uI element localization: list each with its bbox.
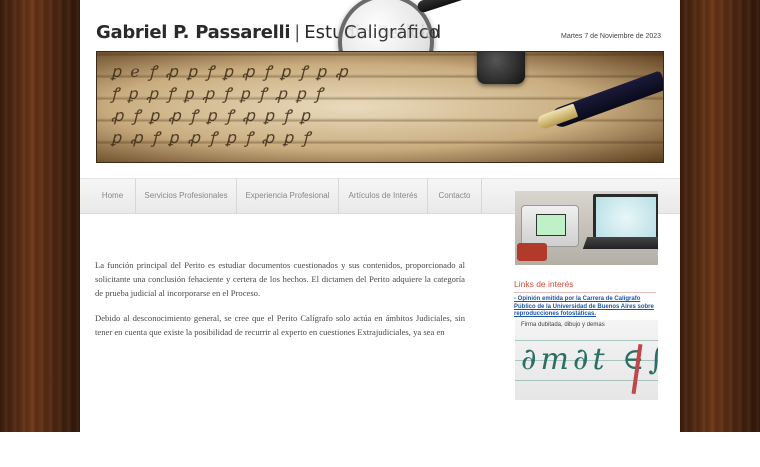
links-section-title: Links de interés <box>514 279 656 293</box>
signature-caption: Firma dubitada, dibujo y demas <box>521 322 605 328</box>
site-name: Gabriel P. Passarelli <box>96 22 291 43</box>
manuscript-decoration: ꝑ e ꝭ ꝓ ꝑ ꝭ ꝑ ꝓ ꝭ ꝑ ꝭ ꝑ ꝓ <box>111 62 350 81</box>
nav-item-servicios-profesionales[interactable]: Servicios Profesionales <box>136 179 237 213</box>
wood-background-right <box>680 0 760 432</box>
scanner-device-icon <box>521 205 579 247</box>
nav-item-home[interactable]: Home <box>90 179 136 213</box>
magnifier-handle-icon <box>416 0 487 14</box>
page-bottom-area <box>0 432 760 467</box>
manuscript-decoration: ꝑ ꝓ ꝭ ꝑ ꝓ ꝭ ꝑ ꝭ ꝓ ꝑ ꝭ <box>111 128 312 147</box>
nav-item-contacto[interactable]: Contacto <box>428 179 482 213</box>
wood-background-left <box>0 0 80 432</box>
link-opinion-uba[interactable]: - Opinión emitida por la Carrera de Calí… <box>514 296 660 319</box>
laptop-base-icon <box>582 237 658 249</box>
current-date: Martes 7 de Noviembre de 2023 <box>561 33 661 40</box>
nav-item-articulos-de-interes[interactable]: Artículos de Interés <box>339 179 428 213</box>
signature-image[interactable]: Firma dubitada, dibujo y demas ∂m∂t ∈∫ <box>515 320 658 400</box>
device-case-icon <box>517 243 547 261</box>
main-content: La función principal del Perito es estud… <box>95 258 465 350</box>
nav-item-experiencia-profesional[interactable]: Experiencia Profesional <box>237 179 339 213</box>
manuscript-decoration: ꝓ ꝭ ꝑ ꝓ ꝭ ꝑ ꝭ ꝓ ꝑ ꝭ ꝑ <box>111 106 312 125</box>
page-container: Gabriel P. Passarelli|Estudio Pericial C… <box>80 0 680 432</box>
sidebar-laptop-image[interactable] <box>515 191 658 265</box>
header-banner-image: ꝑ e ꝭ ꝓ ꝑ ꝭ ꝑ ꝓ ꝭ ꝑ ꝭ ꝑ ꝓ ꝭ ꝑ ꝓ ꝭ ꝑ ꝓ ꝭ … <box>96 51 664 163</box>
title-separator: | <box>294 22 301 43</box>
laptop-screen-icon <box>593 194 658 242</box>
ruled-line <box>515 340 658 341</box>
manuscript-decoration: ꝭ ꝑ ꝓ ꝭ ꝑ ꝓ ꝭ ꝑ ꝭ ꝓ ꝑ ꝭ <box>111 84 325 103</box>
content-paragraph: La función principal del Perito es estud… <box>95 260 465 298</box>
inkwell-icon <box>477 52 525 84</box>
device-screen <box>536 214 566 236</box>
content-paragraph: Debido al desconocimiento general, se cr… <box>95 313 465 337</box>
magnifier-label: Caligráfico <box>344 22 440 43</box>
